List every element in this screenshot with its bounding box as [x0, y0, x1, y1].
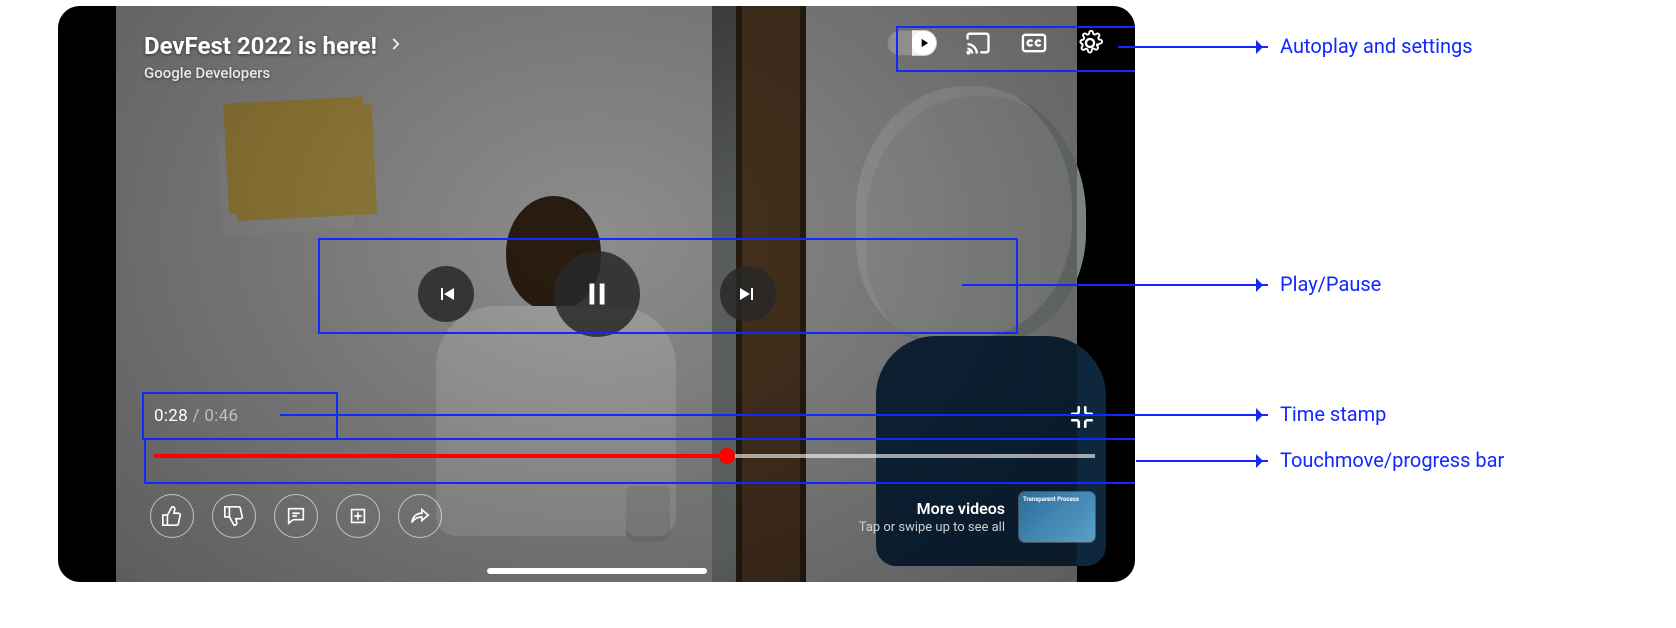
- chevron-right-icon: [387, 34, 405, 58]
- pause-button[interactable]: [554, 251, 640, 337]
- thumbnail-caption: Transparent Process: [1023, 496, 1079, 503]
- progress-bar[interactable]: [154, 454, 1095, 458]
- annotation-label-timestamp: Time stamp: [1280, 402, 1386, 426]
- next-button[interactable]: [720, 266, 776, 322]
- annotation-arrow: [1118, 46, 1268, 48]
- more-videos-title: More videos: [859, 499, 1005, 518]
- previous-button[interactable]: [418, 266, 474, 322]
- timestamp: 0:28 / 0:46: [154, 406, 238, 426]
- more-videos[interactable]: More videos Tap or swipe up to see all T…: [859, 492, 1095, 542]
- gear-icon[interactable]: [1075, 28, 1105, 58]
- duration: 0:46: [204, 406, 238, 426]
- dislike-button[interactable]: [212, 494, 256, 538]
- progress-handle[interactable]: [719, 448, 735, 464]
- comments-button[interactable]: [274, 494, 318, 538]
- playback-controls: [418, 251, 776, 337]
- top-controls: [887, 28, 1105, 58]
- home-indicator: [487, 568, 707, 574]
- more-videos-thumbnail[interactable]: Transparent Process: [1019, 492, 1095, 542]
- annotation-label-autoplay: Autoplay and settings: [1280, 34, 1473, 58]
- play-icon: [912, 31, 936, 55]
- annotation-label-playpause: Play/Pause: [1280, 272, 1381, 296]
- channel-name: Google Developers: [144, 64, 405, 82]
- share-button[interactable]: [398, 494, 442, 538]
- video-title-block[interactable]: DevFest 2022 is here! Google Developers: [144, 32, 405, 82]
- save-button[interactable]: [336, 494, 380, 538]
- video-title: DevFest 2022 is here!: [144, 32, 377, 60]
- autoplay-toggle[interactable]: [887, 30, 937, 56]
- annotation-arrow: [1136, 460, 1268, 462]
- exit-fullscreen-icon[interactable]: [1069, 404, 1095, 430]
- more-videos-subtitle: Tap or swipe up to see all: [859, 520, 1005, 535]
- cast-icon[interactable]: [963, 28, 993, 58]
- captions-icon[interactable]: [1019, 28, 1049, 58]
- current-time: 0:28: [154, 406, 188, 426]
- annotation-arrow: [962, 284, 1268, 286]
- progress-played: [154, 454, 727, 458]
- video-player[interactable]: DevFest 2022 is here! Google Developers: [58, 6, 1135, 582]
- like-button[interactable]: [150, 494, 194, 538]
- action-bar: [150, 494, 442, 538]
- annotation-label-progress: Touchmove/progress bar: [1280, 448, 1504, 472]
- annotation-arrow: [280, 414, 1268, 416]
